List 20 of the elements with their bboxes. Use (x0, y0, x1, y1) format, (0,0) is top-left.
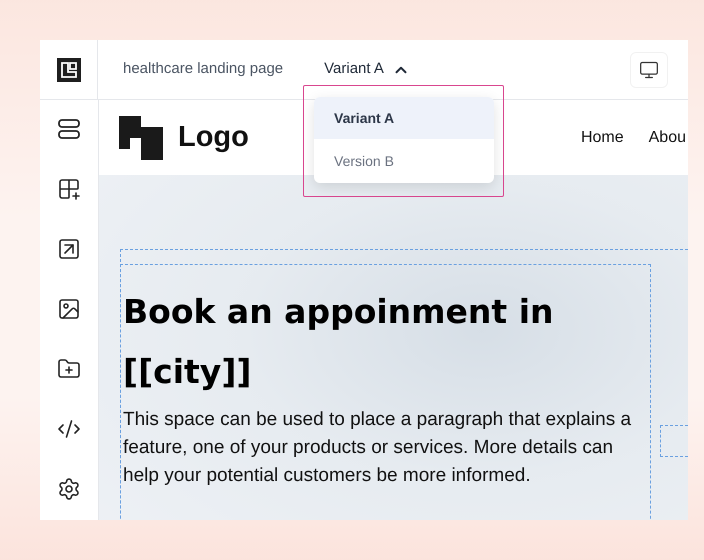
site-logo-text: Logo (178, 120, 249, 155)
app-logo-icon[interactable] (56, 58, 80, 82)
hero-heading: Book an appoinment in [[city]] (123, 291, 554, 393)
nav-link[interactable]: Home (580, 126, 624, 150)
menu-item[interactable]: Variant A (314, 97, 494, 139)
nav-link[interactable]: Abou (648, 126, 686, 150)
hero-paragraph: This space can be used to place a paragraph that explains a feature, one of your products or services. More details can help your potential customers be more informed. (123, 408, 632, 488)
arrow-square-icon[interactable] (57, 237, 81, 261)
grid-plus-icon[interactable] (57, 177, 81, 201)
variant-dropdown[interactable]: Variant A (324, 58, 410, 81)
rows-icon[interactable] (57, 117, 81, 141)
logo-mark-icon (119, 116, 163, 160)
menu-item[interactable]: Version B (314, 139, 494, 183)
code-icon[interactable] (57, 417, 81, 441)
settings-icon[interactable] (57, 477, 81, 501)
page-name: healthcare landing page (123, 59, 284, 80)
monitor-icon (639, 60, 659, 80)
desktop-view-button[interactable] (630, 52, 668, 88)
image-icon[interactable] (57, 297, 81, 321)
folder-plus-icon[interactable] (57, 357, 81, 381)
